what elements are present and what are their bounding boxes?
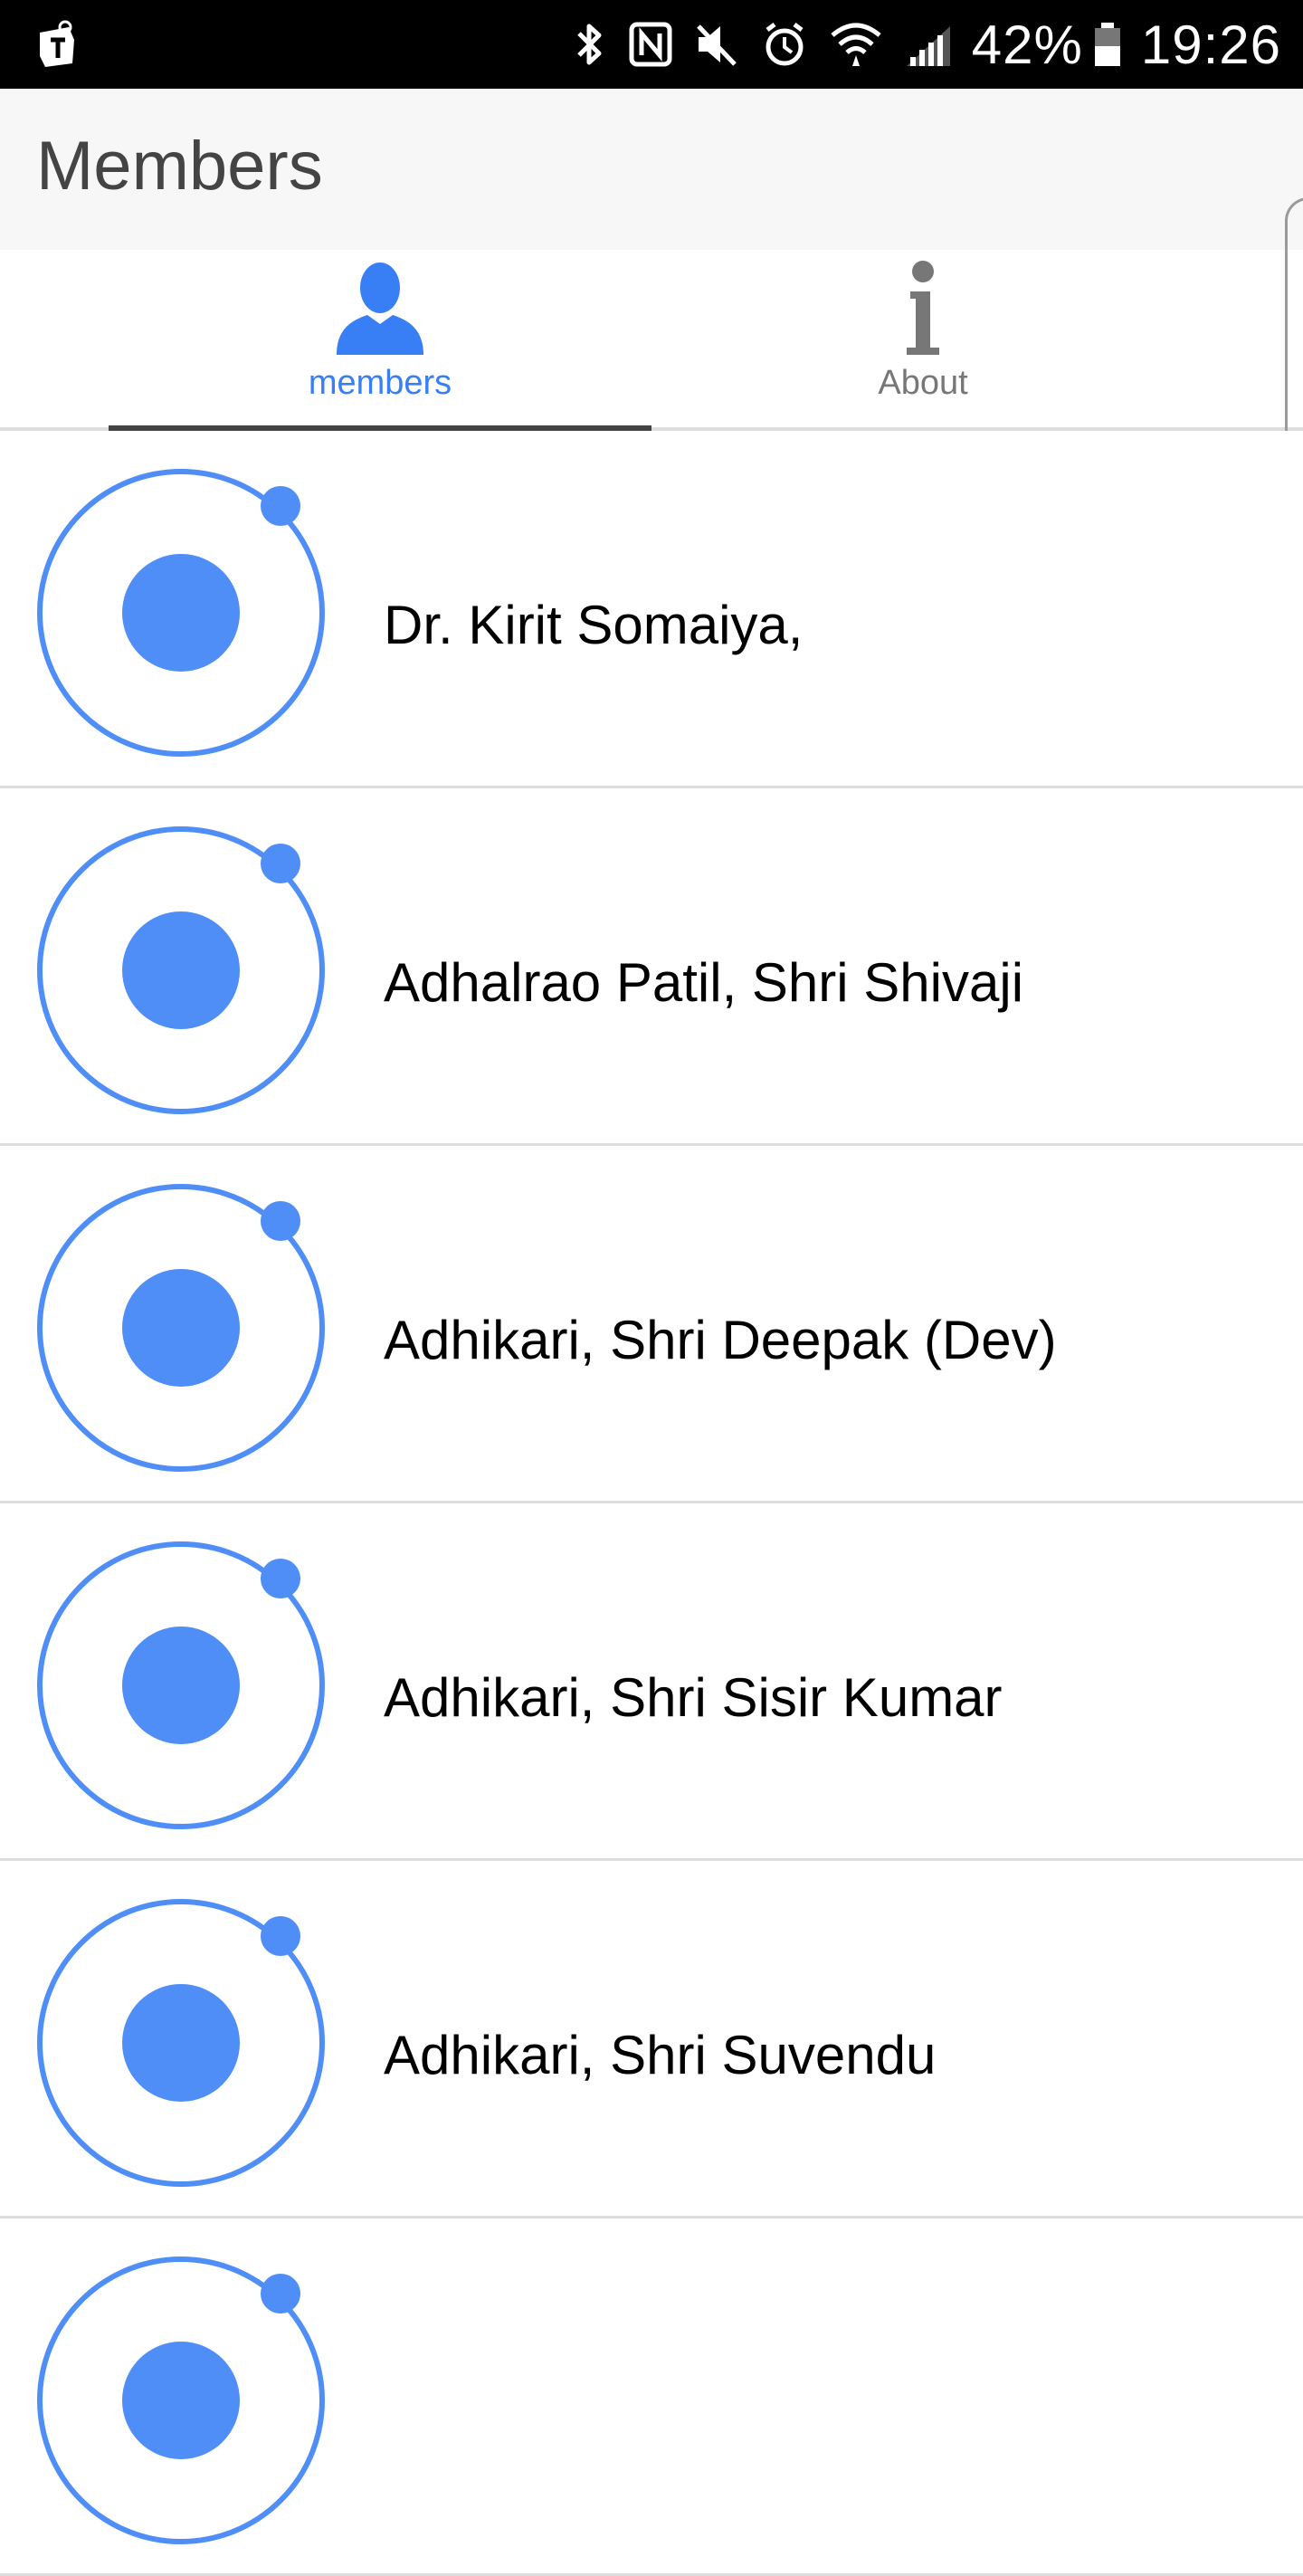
list-item[interactable]: Dr. Kirit Somaiya,: [0, 431, 1303, 788]
mute-icon: [696, 24, 737, 66]
bluetooth-icon: [576, 24, 602, 65]
signal-icon: [906, 26, 950, 66]
ionic-logo-icon: [37, 1184, 325, 1472]
person-icon: [337, 262, 423, 355]
list-item[interactable]: Adhikari, Shri Deepak (Dev): [0, 1146, 1303, 1503]
ionic-logo-icon: [37, 2256, 325, 2544]
member-name: Adhikari, Shri Sisir Kumar: [384, 1666, 1003, 1728]
tab-bar: members About: [0, 250, 1303, 431]
carrier-icon: [33, 20, 80, 71]
ionic-logo-icon: [37, 1899, 325, 2187]
alarm-icon: [766, 23, 804, 66]
list-item[interactable]: Adhalrao Patil, Shri Shivaji: [0, 788, 1303, 1146]
tab-members[interactable]: members: [109, 250, 652, 431]
tab-about[interactable]: About: [652, 250, 1194, 427]
app-header: Members: [0, 89, 1303, 250]
list-item[interactable]: Adhikari, Shri Suvendu: [0, 1861, 1303, 2218]
member-name: Adhikari, Shri Suvendu: [384, 2024, 937, 2085]
clock: 19:26: [1140, 14, 1281, 75]
member-name: Dr. Kirit Somaiya,: [384, 594, 804, 655]
ionic-logo-icon: [37, 826, 325, 1114]
page-title: Members: [36, 128, 323, 205]
ionic-logo-icon: [37, 1541, 325, 1829]
battery-icon: [1094, 23, 1120, 66]
status-bar: 42% 19:26: [0, 0, 1303, 89]
member-name: Adhikari, Shri Deepak (Dev): [384, 1309, 1057, 1370]
tab-about-label: About: [878, 364, 968, 402]
nfc-icon: [629, 22, 672, 67]
wifi-icon: [831, 23, 881, 66]
list-item[interactable]: [0, 2218, 1303, 2576]
ionic-logo-icon: [37, 469, 325, 757]
list-item[interactable]: Adhikari, Shri Sisir Kumar: [0, 1503, 1303, 1861]
member-name: Adhalrao Patil, Shri Shivaji: [384, 951, 1024, 1013]
battery-percent: 42%: [971, 14, 1083, 75]
info-icon: [907, 261, 939, 355]
tab-members-label: members: [308, 364, 452, 402]
member-list: Dr. Kirit Somaiya, Adhalrao Patil, Shri …: [0, 431, 1303, 2576]
